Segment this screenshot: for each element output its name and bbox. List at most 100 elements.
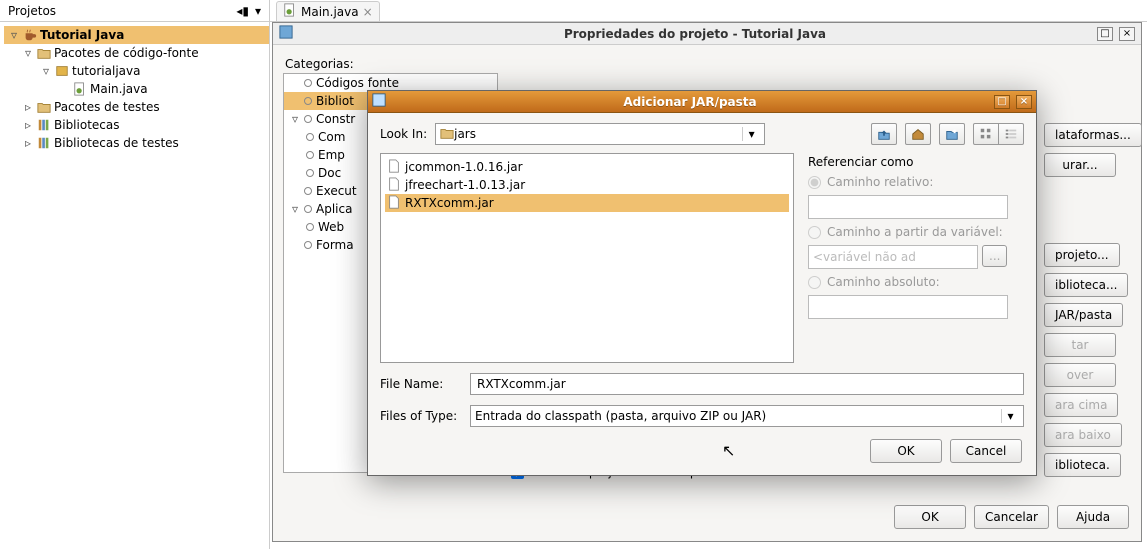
tree-project-root[interactable]: ▿ Tutorial Java [4, 26, 269, 44]
tree-test-packages[interactable]: ▹ Pacotes de testes [4, 98, 269, 116]
relative-path-input[interactable] [808, 195, 1008, 219]
reference-legend: Referenciar como [808, 155, 1024, 169]
file-icon [387, 159, 401, 176]
radio-label: Caminho a partir da variável: [827, 225, 1003, 239]
file-row[interactable]: jcommon-1.0.16.jar [385, 158, 789, 176]
projects-panel: Projetos ◂▮ ▾ ▿ Tutorial Java ▿ Pacotes … [0, 0, 270, 549]
btn-label: Ajuda [1076, 510, 1110, 524]
add-jar-button[interactable]: JAR/pasta [1044, 303, 1123, 327]
cat-label: Web [318, 220, 344, 234]
home-button[interactable] [905, 123, 931, 145]
btn-label: Cancelar [985, 510, 1038, 524]
configure-button[interactable]: urar... [1044, 153, 1116, 177]
list-view-button[interactable] [973, 123, 999, 145]
btn-label: Cancel [966, 444, 1007, 458]
tree-label: Bibliotecas [54, 118, 119, 132]
variable-path-radio[interactable] [808, 226, 821, 239]
tree-src-packages[interactable]: ▿ Pacotes de código-fonte [4, 44, 269, 62]
add-project-button[interactable]: projeto... [1044, 243, 1120, 267]
file-icon [387, 195, 401, 212]
maximize-button[interactable]: □ [994, 95, 1010, 109]
tree-label: Main.java [90, 82, 148, 96]
lookin-combo[interactable]: jars ▾ [435, 123, 765, 145]
dialog-bottom-buttons: OK Cancelar Ajuda [894, 505, 1129, 529]
file-icon [387, 177, 401, 194]
absolute-path-input[interactable] [808, 295, 1008, 319]
cat-label: Doc [318, 166, 341, 180]
radio-label: Caminho relativo: [827, 175, 933, 189]
collapse-icon[interactable]: ▹ [22, 136, 34, 150]
tree-test-libraries[interactable]: ▹ Bibliotecas de testes [4, 134, 269, 152]
maximize-button[interactable]: □ [1097, 27, 1113, 41]
add-library-button[interactable]: iblioteca... [1044, 273, 1128, 297]
tab-main-java[interactable]: Main.java × [276, 1, 380, 21]
coffee-cup-icon [22, 27, 38, 43]
relative-path-radio[interactable] [808, 176, 821, 189]
expand-icon[interactable]: ▿ [40, 64, 52, 78]
file-list[interactable]: jcommon-1.0.16.jar jfreechart-1.0.13.jar… [380, 153, 794, 363]
tree-libraries[interactable]: ▹ Bibliotecas [4, 116, 269, 134]
variable-input[interactable] [808, 245, 978, 269]
expand-icon[interactable]: ▿ [8, 28, 20, 42]
dialog-titlebar[interactable]: Propriedades do projeto - Tutorial Java … [273, 23, 1141, 45]
close-button[interactable]: × [1119, 27, 1135, 41]
tree-file-main[interactable]: Main.java [4, 80, 269, 98]
lookin-row: Look In: jars ▾ [380, 123, 1024, 145]
minimize-down-icon[interactable]: ▾ [255, 0, 261, 22]
manage-platforms-button[interactable]: lataformas... [1044, 123, 1142, 147]
radio-absolute-row: Caminho absoluto: [808, 275, 1024, 289]
cat-label: Execut [316, 184, 357, 198]
package-icon [54, 63, 70, 79]
absolute-path-radio[interactable] [808, 276, 821, 289]
help-button[interactable]: Ajuda [1057, 505, 1129, 529]
btn-label: JAR/pasta [1055, 308, 1112, 322]
ok-button[interactable]: OK [870, 439, 942, 463]
close-button[interactable]: × [1016, 95, 1032, 109]
new-folder-button[interactable] [939, 123, 965, 145]
minimize-left-icon[interactable]: ◂▮ [236, 0, 249, 22]
btn-label: ara baixo [1055, 428, 1111, 442]
tree-label: Tutorial Java [40, 28, 124, 42]
edit-button[interactable]: tar [1044, 333, 1116, 357]
library-folder-button[interactable]: iblioteca. [1044, 453, 1121, 477]
cancel-button[interactable]: Cancel [950, 439, 1022, 463]
collapse-icon[interactable]: ▹ [22, 100, 34, 114]
btn-label: tar [1072, 338, 1089, 352]
cat-label: Constr [316, 112, 355, 126]
move-down-button[interactable]: ara baixo [1044, 423, 1122, 447]
tree-label: Pacotes de testes [54, 100, 160, 114]
details-view-button[interactable] [998, 123, 1024, 145]
filetype-row: Files of Type: Entrada do classpath (pas… [380, 405, 1024, 427]
tree-label: Pacotes de código-fonte [54, 46, 199, 60]
projects-panel-title: Projetos ◂▮ ▾ [0, 0, 269, 22]
tree-package[interactable]: ▿ tutorialjava [4, 62, 269, 80]
add-jar-dialog: Adicionar JAR/pasta □ × Look In: jars ▾ [367, 90, 1037, 476]
up-one-level-button[interactable] [871, 123, 897, 145]
cat-label: Códigos fonte [316, 76, 399, 90]
expand-icon[interactable]: ▿ [22, 46, 34, 60]
dialog-title: Propriedades do projeto - Tutorial Java [299, 27, 1091, 41]
file-row[interactable]: RXTXcomm.jar [385, 194, 789, 212]
jar-dialog-titlebar[interactable]: Adicionar JAR/pasta □ × [368, 91, 1036, 113]
chevron-down-icon[interactable]: ▾ [742, 127, 760, 141]
btn-label: ara cima [1055, 398, 1107, 412]
browse-variable-button[interactable]: ... [982, 245, 1007, 267]
close-icon[interactable]: × [363, 5, 373, 19]
cat-label: Forma [316, 238, 354, 252]
chevron-down-icon[interactable]: ▾ [1001, 409, 1019, 423]
categories-label: Categorias: [285, 57, 1131, 71]
java-class-icon [72, 81, 88, 97]
collapse-icon[interactable]: ▹ [22, 118, 34, 132]
filetype-combo[interactable]: Entrada do classpath (pasta, arquivo ZIP… [470, 405, 1024, 427]
ok-button[interactable]: OK [894, 505, 966, 529]
cat-label: Aplica [316, 202, 352, 216]
file-row[interactable]: jfreechart-1.0.13.jar [385, 176, 789, 194]
remove-button[interactable]: over [1044, 363, 1116, 387]
cancel-button[interactable]: Cancelar [974, 505, 1049, 529]
cat-label: Com [318, 130, 345, 144]
filename-input[interactable] [470, 373, 1024, 395]
move-up-button[interactable]: ara cima [1044, 393, 1118, 417]
libraries-icon [36, 117, 52, 133]
package-folder-icon [36, 99, 52, 115]
view-toggle-group [973, 123, 1024, 145]
